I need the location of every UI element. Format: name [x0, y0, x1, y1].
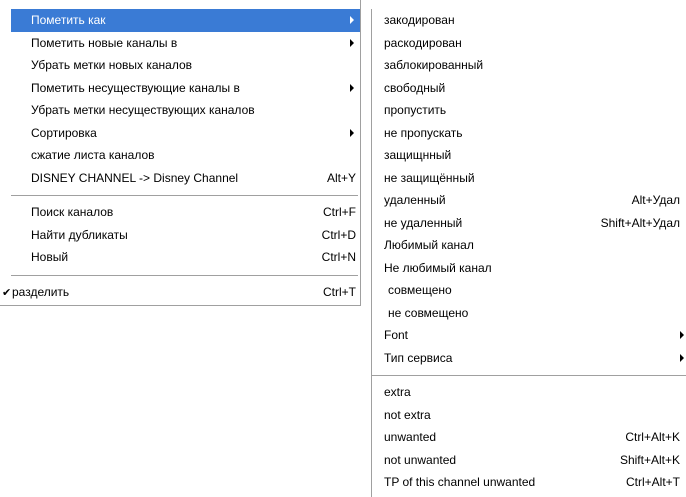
menu-item-label: Пометить несуществующие каналы в [31, 80, 240, 95]
submenu-item-decrypted[interactable]: раскодирован [372, 32, 686, 55]
menu-item-label: Найти дубликаты [31, 227, 128, 242]
submenu-arrow-icon [680, 331, 684, 339]
submenu-item-not-unwanted[interactable]: not unwanted Shift+Alt+K [372, 449, 686, 472]
submenu-item-deleted[interactable]: удаленный Alt+Удал [372, 189, 686, 212]
menu-separator [11, 274, 358, 276]
menu-item-new[interactable]: Новый Ctrl+N [11, 246, 360, 269]
menu-item-label: not unwanted [384, 452, 457, 467]
submenu-arrow-icon [680, 353, 684, 362]
menu-item-label: совмещено [388, 283, 452, 297]
menu-item-label: TP of this channel unwanted [384, 475, 536, 489]
menu-item-label: Поиск каналов [31, 205, 114, 219]
submenu-arrow-icon [350, 128, 354, 137]
menu-item-shortcut: Ctrl+Alt+T [625, 475, 680, 489]
menu-item-label: раскодирован [384, 35, 462, 50]
submenu-item-not-favorite[interactable]: Не любимый канал [372, 257, 686, 280]
submenu-item-skip[interactable]: пропустить [372, 99, 686, 122]
submenu-item-service-type[interactable]: Тип сервиса [372, 347, 686, 370]
menu-item-shortcut: Ctrl+F [323, 205, 356, 219]
submenu-item-locked[interactable]: заблокированный [372, 54, 686, 77]
context-menu: Пометить как Пометить новые каналы в Убр… [0, 0, 361, 306]
menu-item-shortcut: Shift+Alt+K [619, 452, 680, 467]
submenu-item-no-skip[interactable]: не пропускать [372, 122, 686, 145]
submenu-item-protected[interactable]: защищнный [372, 144, 686, 167]
submenu-item-font[interactable]: Font [372, 324, 686, 347]
menu-item-label: заблокированный [384, 58, 484, 72]
menu-item-label: удаленный [384, 193, 446, 207]
submenu-item-not-deleted[interactable]: не удаленный Shift+Alt+Удал [372, 212, 686, 235]
menu-item-shortcut: Alt+Y [326, 170, 356, 185]
submenu-arrow-icon [350, 16, 354, 24]
menu-item-shortcut: Alt+Удал [631, 193, 680, 207]
menu-item-label: Пометить как [31, 13, 106, 27]
submenu-item-encrypted[interactable]: закодирован [372, 9, 686, 32]
menu-item-shortcut: Ctrl+D [321, 227, 356, 242]
menu-item-mark-nonexistent-channels-in[interactable]: Пометить несуществующие каналы в [11, 77, 360, 100]
menu-item-label: разделить [12, 284, 70, 299]
menu-item-shortcut: Ctrl+T [323, 284, 356, 299]
menu-item-label: Новый [31, 250, 69, 264]
submenu-mark-as: закодирован раскодирован заблокированный… [371, 9, 686, 497]
menu-item-compress-channel-list[interactable]: сжатие листа каналов [11, 144, 360, 167]
submenu-item-not-merged[interactable]: не совмещено [372, 302, 686, 325]
menu-separator [372, 375, 686, 376]
menu-item-find-channels[interactable]: Поиск каналов Ctrl+F [11, 201, 360, 224]
menu-item-label: Не любимый канал [384, 260, 492, 275]
menu-item-label: unwanted [384, 430, 437, 444]
checkmark-icon: ✔ [2, 286, 12, 299]
submenu-item-not-protected[interactable]: не защищённый [372, 167, 686, 190]
menu-item-split[interactable]: ✔разделить Ctrl+T [0, 281, 360, 304]
menu-item-label: не совмещено [388, 305, 469, 320]
menu-item-clear-nonexistent-channel-marks[interactable]: Убрать метки несуществующих каналов [11, 99, 360, 122]
menu-item-label: защищнный [384, 148, 452, 162]
menu-item-shortcut: Ctrl+N [321, 250, 356, 264]
menu-item-shortcut: Ctrl+Alt+K [625, 430, 680, 444]
menu-item-label: Тип сервиса [384, 350, 453, 365]
menu-item-label: not extra [384, 407, 431, 422]
menu-item-label: Любимый канал [384, 238, 474, 252]
menu-item-rename-disney-channel[interactable]: DISNEY CHANNEL -> Disney Channel Alt+Y [11, 167, 360, 190]
menu-item-label: Убрать метки новых каналов [31, 58, 193, 72]
menu-item-label: пропустить [384, 103, 447, 117]
menu-item-label: DISNEY CHANNEL -> Disney Channel [31, 170, 239, 185]
menu-item-label: Сортировка [31, 125, 97, 140]
submenu-item-extra[interactable]: extra [372, 381, 686, 404]
submenu-item-free[interactable]: свободный [372, 77, 686, 100]
submenu-arrow-icon [350, 83, 354, 92]
menu-item-label: extra [384, 385, 411, 399]
menu-item-label: сжатие листа каналов [31, 148, 155, 162]
menu-item-mark-as[interactable]: Пометить как [11, 9, 360, 32]
submenu-item-merged[interactable]: совмещено [372, 279, 686, 302]
menu-item-label: свободный [384, 80, 446, 95]
menu-item-sort[interactable]: Сортировка [11, 122, 360, 145]
submenu-item-not-extra[interactable]: not extra [372, 404, 686, 427]
submenu-arrow-icon [350, 38, 354, 47]
submenu-item-unwanted[interactable]: unwanted Ctrl+Alt+K [372, 426, 686, 449]
menu-item-label: Убрать метки несуществующих каналов [31, 103, 255, 117]
submenu-item-tp-unwanted[interactable]: TP of this channel unwanted Ctrl+Alt+T [372, 471, 686, 494]
menu-item-clear-new-channel-marks[interactable]: Убрать метки новых каналов [11, 54, 360, 77]
menu-item-label: закодирован [384, 13, 455, 27]
menu-item-label: не удаленный [384, 215, 463, 230]
menu-item-label: не защищённый [384, 170, 475, 185]
menu-separator [11, 195, 358, 196]
menu-item-find-duplicates[interactable]: Найти дубликаты Ctrl+D [11, 224, 360, 247]
submenu-item-favorite[interactable]: Любимый канал [372, 234, 686, 257]
menu-item-shortcut: Shift+Alt+Удал [600, 215, 680, 230]
menu-item-label: не пропускать [384, 125, 463, 140]
menu-item-label: Font [384, 328, 409, 342]
menu-item-label: Пометить новые каналы в [31, 35, 178, 50]
menu-item-mark-new-channels-in[interactable]: Пометить новые каналы в [11, 32, 360, 55]
